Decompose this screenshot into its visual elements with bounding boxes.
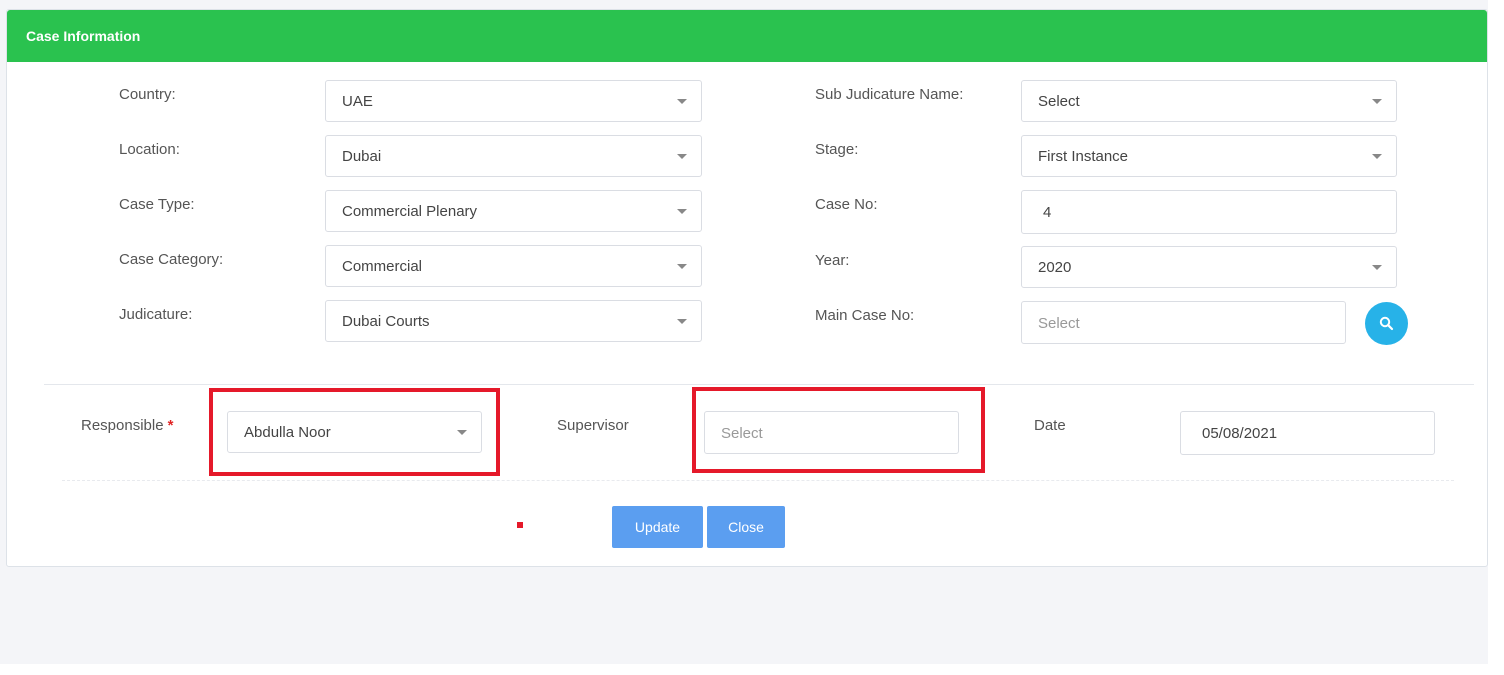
close-button[interactable]: Close xyxy=(707,506,785,548)
main-case-no-label: Main Case No: xyxy=(815,307,915,324)
sub-judicature-select[interactable]: Select xyxy=(1021,80,1397,122)
stage-label: Stage: xyxy=(815,141,859,158)
year-value: 2020 xyxy=(1038,259,1072,276)
country-select[interactable]: UAE xyxy=(325,80,702,122)
section-divider xyxy=(44,384,1474,385)
panel-header: Case Information xyxy=(7,10,1487,62)
case-category-label: Case Category: xyxy=(119,251,224,268)
case-category-value: Commercial xyxy=(342,258,423,275)
chevron-down-icon xyxy=(677,319,687,324)
case-no-value: 4 xyxy=(1043,204,1052,221)
country-value: UAE xyxy=(342,93,373,110)
search-icon xyxy=(1379,316,1394,331)
judicature-label: Judicature: xyxy=(119,306,193,323)
date-input[interactable]: 05/08/2021 xyxy=(1180,411,1435,455)
date-value: 05/08/2021 xyxy=(1202,425,1278,442)
case-no-label: Case No: xyxy=(815,196,878,213)
location-label: Location: xyxy=(119,141,180,158)
case-type-label: Case Type: xyxy=(119,196,195,213)
responsible-label-text: Responsible xyxy=(81,417,164,434)
update-button[interactable]: Update xyxy=(612,506,703,548)
chevron-down-icon xyxy=(677,264,687,269)
date-label: Date xyxy=(1034,417,1066,434)
judicature-value: Dubai Courts xyxy=(342,313,430,330)
stage-value: First Instance xyxy=(1038,148,1129,165)
marker-dot xyxy=(517,522,523,528)
main-case-no-placeholder: Select xyxy=(1038,315,1080,332)
sub-judicature-value: Select xyxy=(1038,93,1080,110)
case-no-input[interactable]: 4 xyxy=(1021,190,1397,234)
responsible-highlight xyxy=(209,388,500,476)
case-category-select[interactable]: Commercial xyxy=(325,245,702,287)
country-label: Country: xyxy=(119,86,176,103)
location-value: Dubai xyxy=(342,148,382,165)
main-case-no-input[interactable]: Select xyxy=(1021,301,1346,344)
search-button[interactable] xyxy=(1365,302,1408,345)
case-type-select[interactable]: Commercial Plenary xyxy=(325,190,702,232)
supervisor-label: Supervisor xyxy=(557,417,629,434)
judicature-select[interactable]: Dubai Courts xyxy=(325,300,702,342)
chevron-down-icon xyxy=(677,99,687,104)
responsible-label: Responsible * xyxy=(81,417,173,434)
panel-title: Case Information xyxy=(26,28,141,44)
chevron-down-icon xyxy=(1372,154,1382,159)
year-select[interactable]: 2020 xyxy=(1021,246,1397,288)
supervisor-highlight xyxy=(692,387,985,473)
chevron-down-icon xyxy=(1372,265,1382,270)
chevron-down-icon xyxy=(677,209,687,214)
chevron-down-icon xyxy=(1372,99,1382,104)
case-type-value: Commercial Plenary xyxy=(342,203,478,220)
stage-select[interactable]: First Instance xyxy=(1021,135,1397,177)
year-label: Year: xyxy=(815,252,850,269)
sub-judicature-label: Sub Judicature Name: xyxy=(815,86,964,103)
form-divider xyxy=(62,480,1454,481)
required-mark: * xyxy=(167,417,174,434)
location-select[interactable]: Dubai xyxy=(325,135,702,177)
chevron-down-icon xyxy=(677,154,687,159)
